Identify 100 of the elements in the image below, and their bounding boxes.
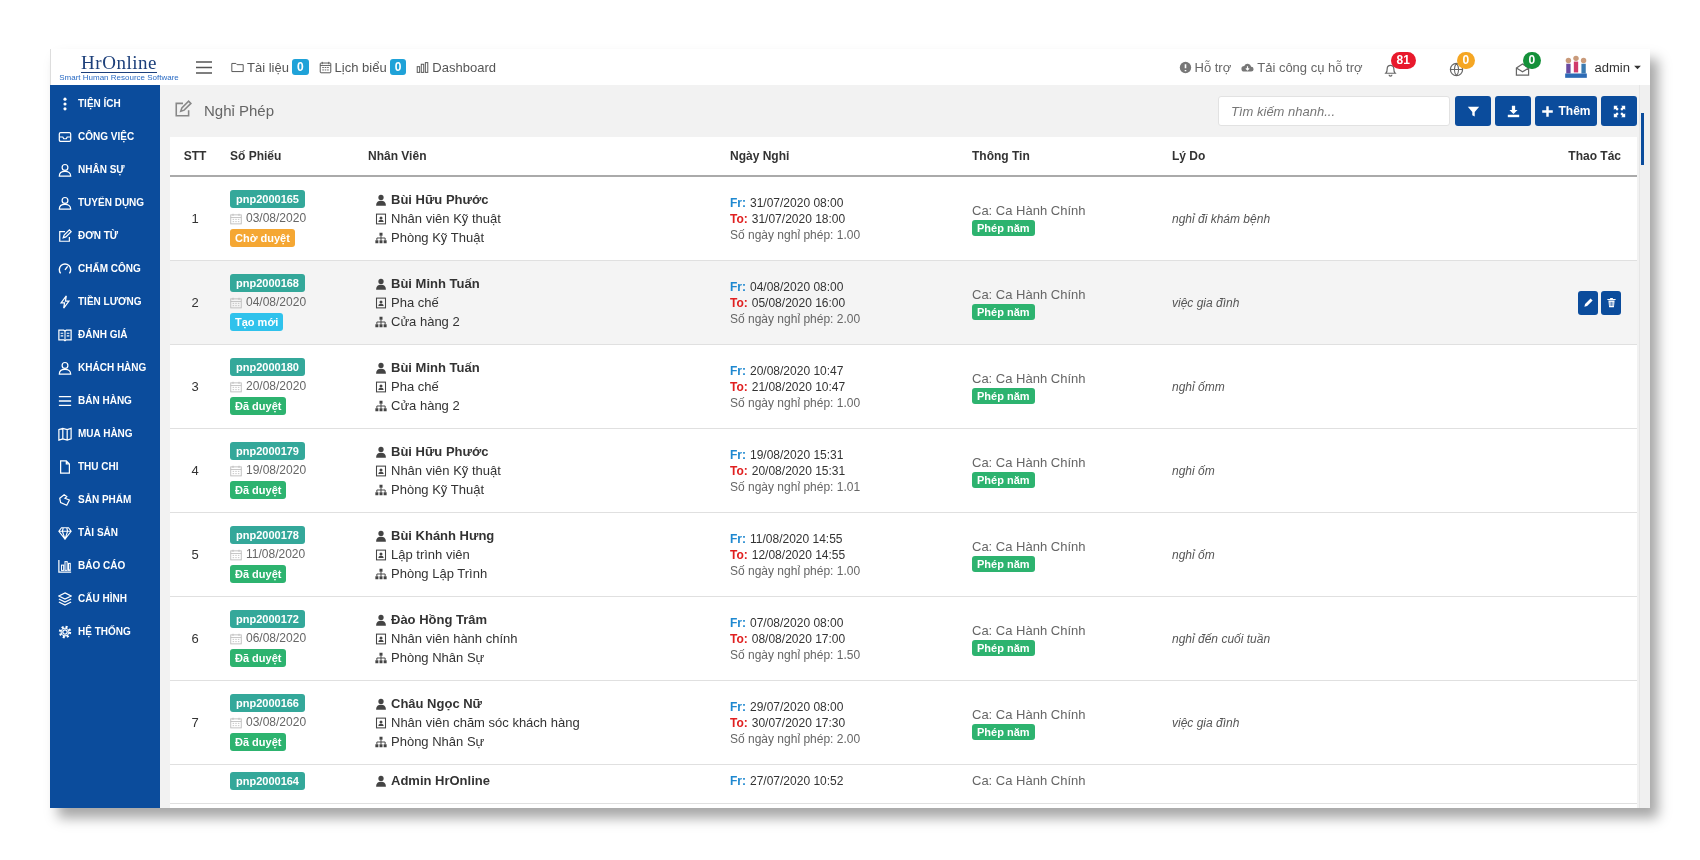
folder-icon (231, 60, 244, 74)
from-date: 20/08/2020 10:47 (750, 362, 844, 379)
search-field[interactable]: Tìm kiếm nhanh... (1218, 96, 1450, 126)
sidebar-item[interactable]: HỆ THỐNG (78, 626, 131, 637)
to-date: 30/07/2020 17:30 (751, 714, 846, 731)
id-card-icon (375, 716, 387, 729)
table-row[interactable]: 4 pnp2000179 19/08/2020 Đã duyệt Bùi Hữu Phước Nhân viên Kỹ thuật Phòng Kỹ Thuật Fr: 19/08/2020 15:31 To: 20/08/2020 15:31 Số ngày nghỉ phép: 1.01 Ca: Ca Hành Chính Phép năm nghi ốm (170, 429, 1637, 513)
support-link[interactable]: Hỗ trợ (1194, 59, 1232, 75)
to-label: To: (730, 294, 748, 311)
sidebar-item[interactable]: TIỆN ÍCH (78, 98, 121, 109)
sidebar-item[interactable]: THU CHI (78, 461, 119, 472)
sidebar-item[interactable]: ĐƠN TỪ (78, 230, 119, 241)
edit-button[interactable] (1578, 290, 1598, 315)
sidebar-item[interactable]: TUYỂN DỤNG (78, 197, 145, 208)
nav-link[interactable]: Tài liệu (247, 59, 289, 75)
user-icon (375, 529, 387, 542)
user-icon (375, 774, 387, 787)
sidebar-item[interactable]: CÔNG VIỆC (78, 131, 135, 142)
status-badge: Chờ duyệt (230, 229, 295, 247)
inbox-icon (58, 129, 72, 144)
globe-icon[interactable] (1448, 62, 1464, 77)
sidebar-item[interactable]: KHÁCH HÀNG (78, 362, 147, 373)
to-label: To: (730, 210, 748, 227)
menu-icon[interactable] (195, 58, 213, 76)
sidebar-item[interactable]: BÁN HÀNG (78, 395, 132, 406)
leave-type-badge: Phép năm (972, 472, 1035, 488)
to-label: To: (730, 630, 748, 647)
created-date: 03/08/2020 (246, 714, 307, 731)
settings-icon (58, 624, 72, 639)
logo[interactable]: HrOnline Smart Human Resource Software (55, 52, 183, 82)
add-button[interactable]: Thêm (1535, 96, 1597, 126)
status-badge: Đã duyệt (230, 481, 287, 499)
department: Phòng Lập Trình (391, 565, 488, 583)
user-menu[interactable]: admin (1594, 59, 1642, 75)
sitemap-icon (375, 483, 387, 496)
leave-type-badge: Phép năm (972, 640, 1035, 656)
created-date: 06/08/2020 (246, 630, 307, 647)
calendar-icon (230, 212, 242, 225)
id-card-icon (375, 296, 387, 309)
table-row[interactable]: 3 pnp2000180 20/08/2020 Đã duyệt Bùi Minh Tuấn Pha chế Cửa hàng 2 Fr: 20/08/2020 10:47 To: 21/08/2020 10:47 Số ngày nghỉ phép: 1.00 Ca: Ca Hành Chính Phép năm nghỉ ốmm (170, 345, 1637, 429)
sidebar-item[interactable]: CẤU HÌNH (78, 593, 127, 604)
employee-name: Châu Ngọc Nữ (391, 695, 483, 713)
scrollbar[interactable] (1639, 85, 1650, 808)
sidebar-item[interactable]: MUA HÀNG (78, 428, 133, 439)
to-label: To: (730, 378, 748, 395)
to-date: 31/07/2020 18:00 (751, 210, 846, 227)
leave-type-badge: Phép năm (972, 724, 1035, 740)
status-badge: Tạo mới (230, 313, 284, 331)
table-row[interactable]: 2 pnp2000168 04/08/2020 Tạo mới Bùi Minh Tuấn Pha chế Cửa hàng 2 Fr: 04/08/2020 08:00 To: 05/08/2020 16:00 Số ngày nghỉ phép: 2.00 Ca: Ca Hành Chính Phép năm việc gia đình (170, 261, 1637, 345)
support-link[interactable]: Tải công cụ hỗ trợ (1257, 59, 1363, 75)
to-label: To: (730, 462, 748, 479)
sidebar-item[interactable]: CHẤM CÔNG (78, 263, 141, 274)
table-row[interactable]: 6 pnp2000172 06/08/2020 Đã duyệt Đào Hồng Trâm Nhân viên hành chính Phòng Nhân Sự Fr: 07/08/2020 08:00 To: 08/08/2020 17:00 Số ngày nghỉ phép: 1.50 Ca: Ca Hành Chính Phép năm nghỉ đến cuối tuần (170, 597, 1637, 681)
sidebar-item[interactable]: NHÂN SỰ (78, 164, 125, 175)
bell-icon[interactable] (1382, 62, 1398, 77)
column-header: Số Phiếu (229, 149, 283, 163)
envelope-icon[interactable] (1514, 62, 1530, 77)
shift-info: Ca: Ca Hành Chính (972, 622, 1086, 640)
department: Phòng Nhân Sự (391, 733, 485, 751)
sidebar-item[interactable]: TÀI SẢN (78, 527, 118, 538)
calendar-icon (230, 296, 242, 309)
to-date: 12/08/2020 14:55 (751, 546, 846, 563)
filter-button[interactable] (1455, 96, 1491, 126)
avatar-icon[interactable] (1562, 54, 1589, 80)
to-label: To: (730, 714, 748, 731)
filter-icon (1466, 104, 1480, 118)
status-badge: Đã duyệt (230, 565, 287, 583)
from-label: Fr: (730, 772, 746, 789)
fullscreen-button[interactable] (1601, 96, 1637, 126)
table-row[interactable]: 5 pnp2000178 11/08/2020 Đã duyệt Bùi Khánh Hưng Lập trình viên Phòng Lập Trình Fr: 11/08/2020 14:55 To: 12/08/2020 14:55 Số ngày nghỉ phép: 1.00 Ca: Ca Hành Chính Phép năm nghỉ ốm (170, 513, 1637, 597)
leave-days: Số ngày nghỉ phép: 2.00 (730, 310, 861, 327)
created-date: 20/08/2020 (246, 378, 307, 395)
user-icon (375, 697, 387, 710)
employee-name: Bùi Hữu Phước (391, 443, 489, 461)
sidebar-item[interactable]: BÁO CÁO (78, 560, 126, 571)
to-label: To: (730, 546, 748, 563)
created-date: 11/08/2020 (246, 546, 306, 563)
leave-reason: nghỉ đến cuối tuần (1172, 631, 1271, 646)
sidebar-item[interactable]: TIỀN LƯƠNG (78, 296, 142, 307)
delete-button[interactable] (1601, 290, 1621, 315)
table-row[interactable]: 7 pnp2000166 03/08/2020 Đã duyệt Châu Ngọc Nữ Nhân viên chăm sóc khách hàng Phòng Nhân Sự Fr: 29/07/2020 08:00 To: 30/07/2020 17:30 Số ngày nghỉ phép: 2.00 Ca: Ca Hành Chính Phép năm việc gia đình (170, 681, 1637, 765)
nav-link[interactable]: Dashboard (432, 59, 496, 75)
table-row[interactable]: pnp2000164 Admin HrOnline Fr: 27/07/2020 10:52 Ca: Ca Hành Chính (170, 765, 1637, 804)
job-title: Nhân viên chăm sóc khách hàng (391, 714, 580, 732)
department: Cửa hàng 2 (391, 397, 460, 415)
nav-link[interactable]: Lịch biểu (334, 59, 387, 75)
leave-reason: nghỉ đi khám bệnh (1172, 211, 1271, 226)
from-label: Fr: (730, 362, 746, 379)
row-number: 6 (191, 631, 199, 646)
calendar-icon (230, 716, 242, 729)
column-header: Lý Do (1172, 149, 1207, 163)
download-button[interactable] (1495, 96, 1531, 126)
sidebar-item[interactable]: ĐÁNH GIÁ (78, 329, 128, 340)
id-card-icon (375, 380, 387, 393)
user-icon (375, 193, 387, 206)
id-card-icon (375, 464, 387, 477)
sidebar-item[interactable]: SẢN PHẨM (78, 494, 132, 505)
status-badge: Đã duyệt (230, 649, 287, 667)
calendar-icon (318, 60, 332, 74)
trash-icon (1605, 297, 1617, 308)
